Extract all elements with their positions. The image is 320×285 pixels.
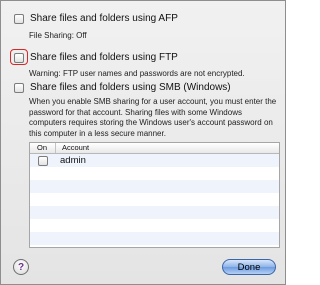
table-row-empty <box>30 219 279 232</box>
smb-label: Share files and folders using SMB (Windo… <box>30 82 231 93</box>
ftp-label: Share files and folders using FTP <box>30 52 178 63</box>
afp-label: Share files and folders using AFP <box>30 13 178 24</box>
table-row-empty <box>30 232 279 245</box>
ftp-warning: Warning: FTP user names and passwords ar… <box>29 69 245 78</box>
accounts-table[interactable]: On Account admin <box>29 142 280 248</box>
table-row-empty <box>30 180 279 193</box>
table-header: On Account <box>30 143 279 154</box>
afp-option[interactable]: Share files and folders using AFP <box>14 13 178 24</box>
column-header-account[interactable]: Account <box>56 143 89 153</box>
table-row-empty <box>30 193 279 206</box>
smb-checkbox[interactable] <box>14 82 24 93</box>
smb-description: When you enable SMB sharing for a user a… <box>29 97 277 138</box>
ftp-checkbox[interactable] <box>14 52 24 63</box>
smb-option[interactable]: Share files and folders using SMB (Windo… <box>14 82 231 93</box>
table-row-empty <box>30 167 279 180</box>
ftp-option[interactable]: Share files and folders using FTP <box>14 52 178 63</box>
table-row[interactable]: admin <box>30 154 279 167</box>
table-row-empty <box>30 206 279 219</box>
afp-checkbox[interactable] <box>14 13 24 24</box>
account-enable-checkbox[interactable] <box>38 155 48 166</box>
afp-status: File Sharing: Off <box>29 31 87 40</box>
column-header-on[interactable]: On <box>30 143 56 153</box>
help-button[interactable]: ? <box>13 259 29 275</box>
sharing-options-sheet: Share files and folders using AFP File S… <box>0 0 286 285</box>
account-name: admin <box>60 155 86 166</box>
done-button[interactable]: Done <box>222 259 276 275</box>
